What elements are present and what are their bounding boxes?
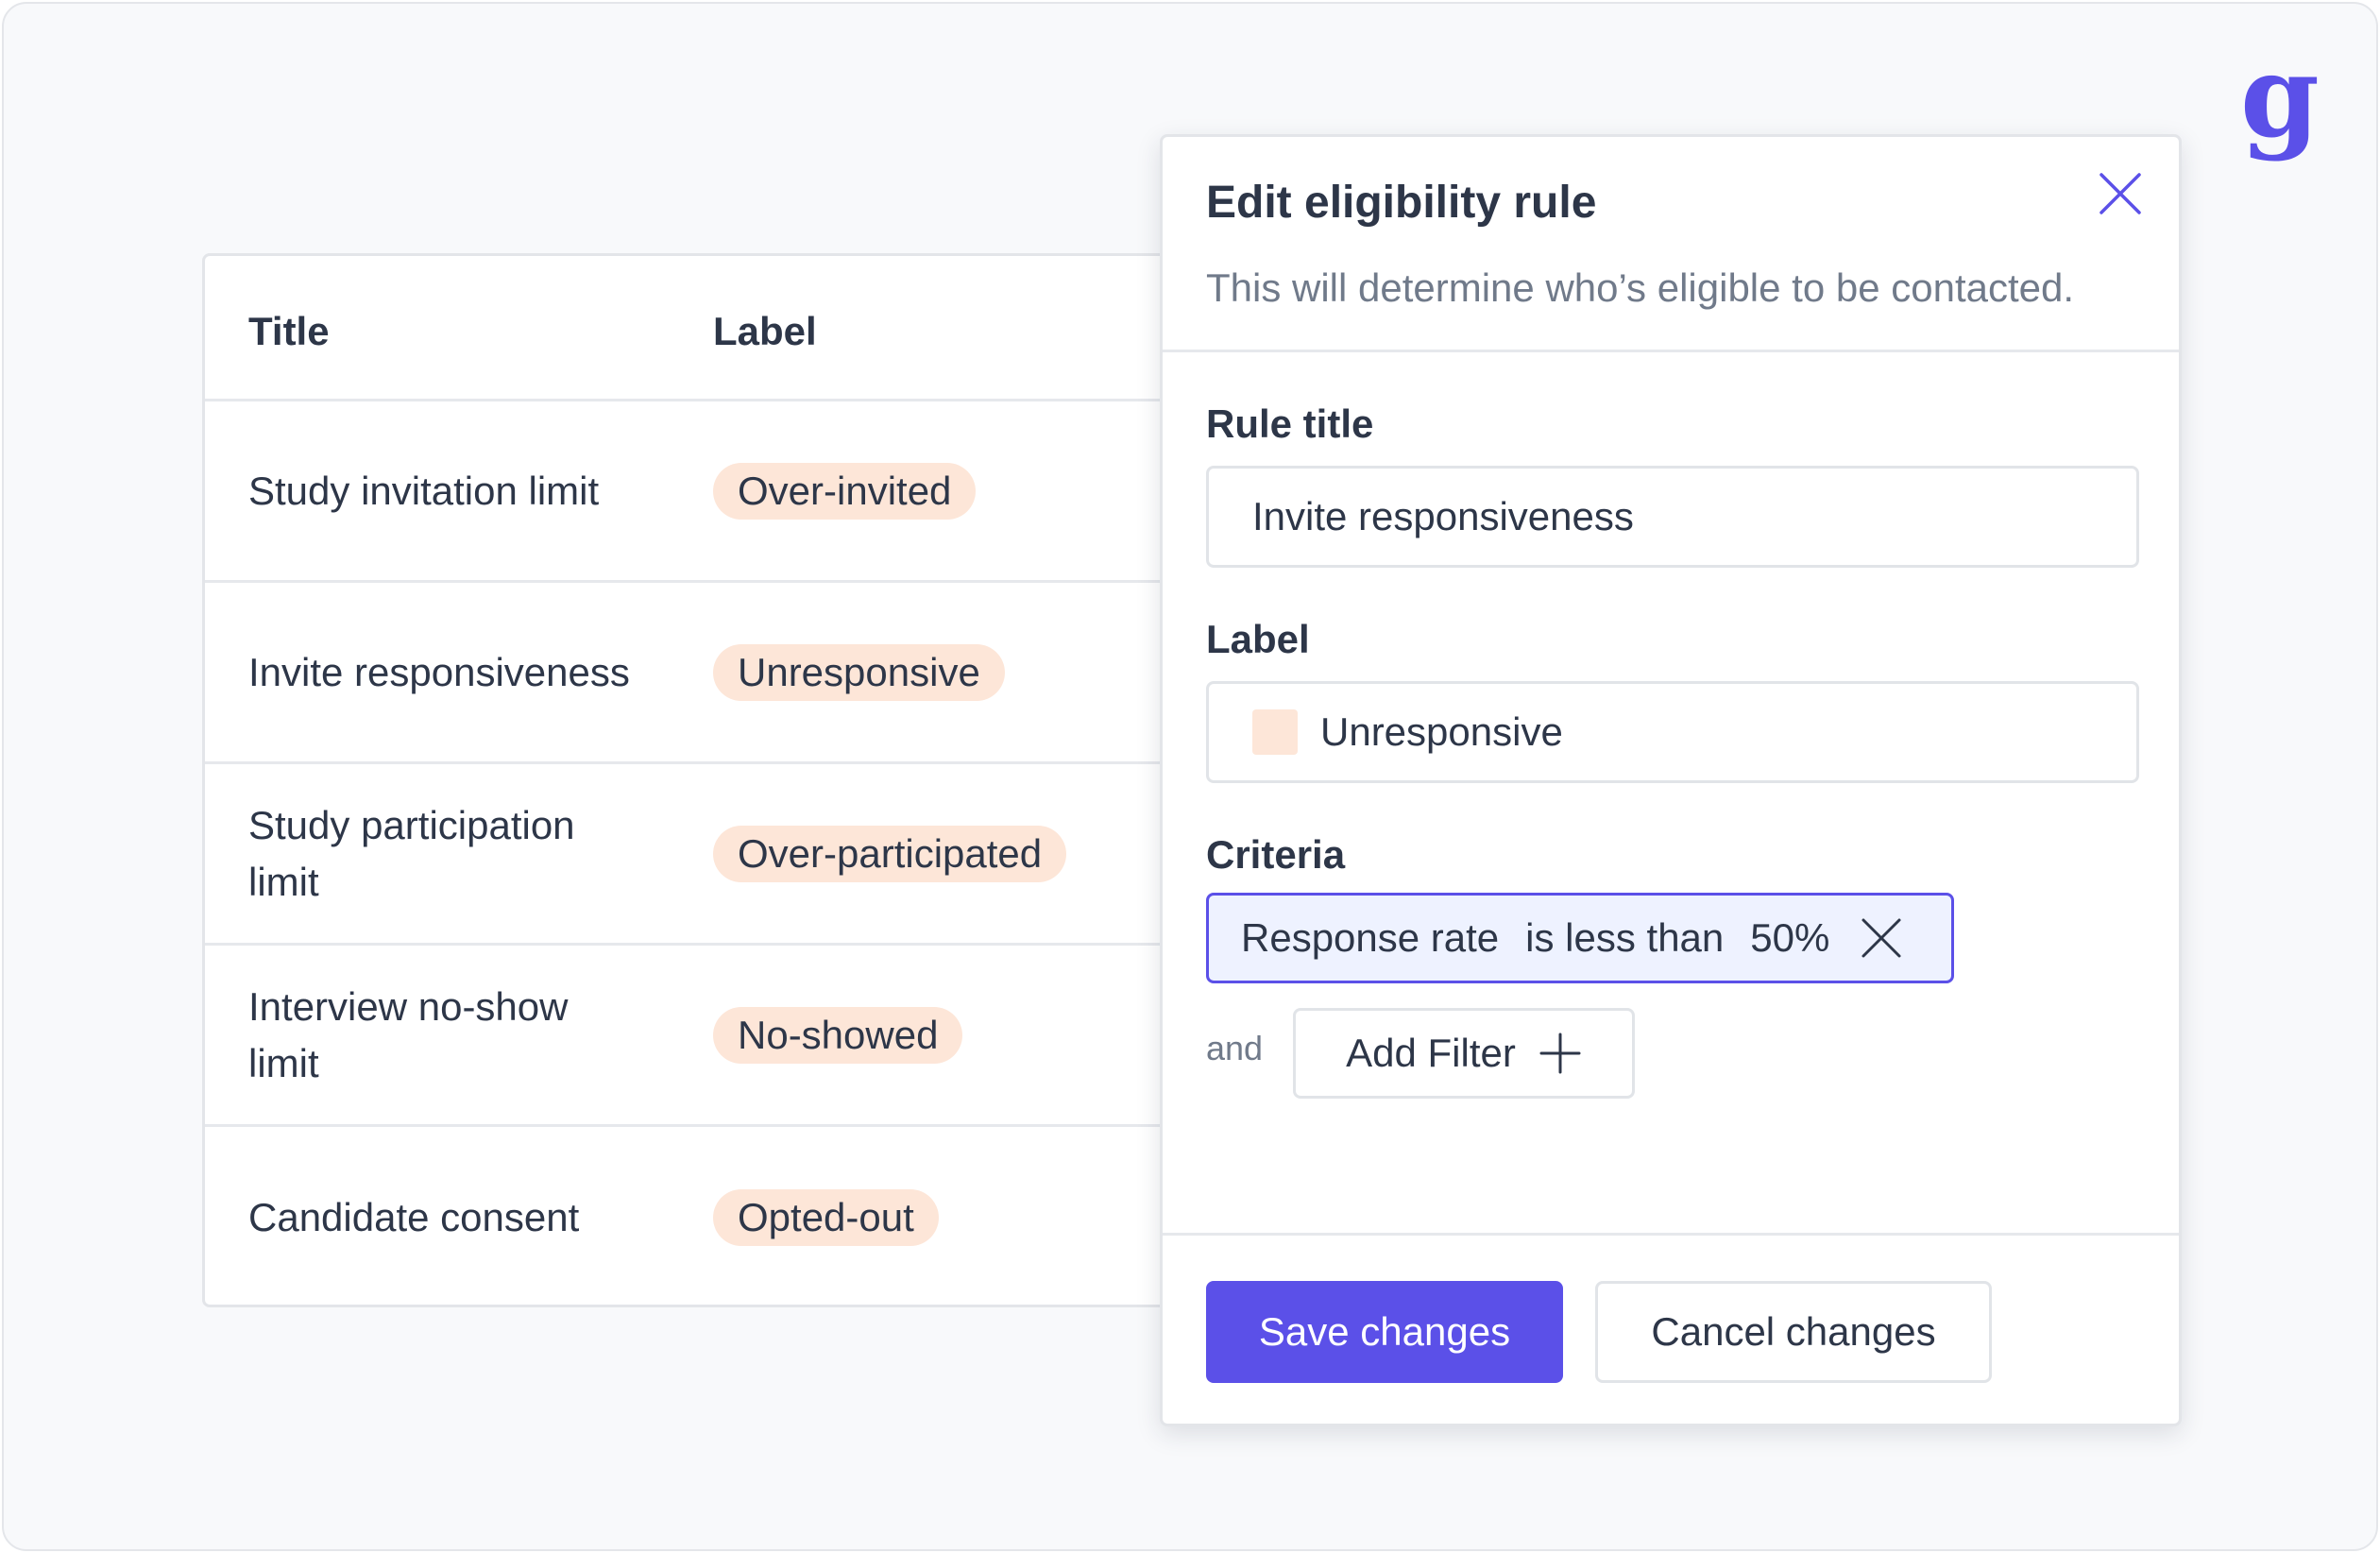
row-title: Invite responsiveness	[248, 649, 630, 694]
label-pill: Opted-out	[713, 1189, 939, 1246]
label-select[interactable]: Unresponsive	[1206, 681, 2139, 783]
criteria-operator: is less than	[1525, 915, 1725, 960]
criteria-chip[interactable]: Response rate is less than 50%	[1206, 893, 1954, 983]
label-pill: No-showed	[713, 1006, 963, 1064]
rule-title-input[interactable]: Invite responsiveness	[1206, 466, 2139, 568]
svg-text:g: g	[2242, 42, 2318, 163]
remove-criteria-icon[interactable]	[1860, 916, 1903, 960]
label-field-label: Label	[1206, 617, 1310, 661]
column-header-label: Label	[713, 309, 817, 353]
label-pill: Unresponsive	[713, 643, 1005, 701]
modal-header: Edit eligibility rule This will determin…	[1163, 137, 2179, 352]
edit-rule-modal: Edit eligibility rule This will determin…	[1160, 134, 2182, 1426]
rule-title-value: Invite responsiveness	[1252, 494, 1634, 538]
rule-title-label: Rule title	[1206, 401, 1374, 446]
label-select-value: Unresponsive	[1320, 709, 1563, 754]
row-title: Study participation limit	[248, 802, 575, 904]
logo-icon: g	[2242, 42, 2318, 163]
label-pill: Over-participated	[713, 825, 1067, 882]
label-pill: Over-invited	[713, 462, 977, 520]
row-title: Study invitation limit	[248, 468, 600, 513]
modal-title: Edit eligibility rule	[1206, 178, 1597, 228]
table-row[interactable]: Study participation limit Over-participa…	[205, 764, 1238, 946]
close-icon[interactable]	[2094, 167, 2147, 220]
cancel-changes-button[interactable]: Cancel changes	[1595, 1281, 1992, 1383]
row-title: Interview no-show limit	[248, 983, 569, 1085]
table-row[interactable]: Study invitation limit Over-invited	[205, 401, 1238, 583]
criteria-field: Response rate	[1241, 915, 1500, 960]
column-header-title: Title	[248, 309, 330, 353]
save-changes-button[interactable]: Save changes	[1206, 1281, 1563, 1383]
rules-table: Title Label Study invitation limit Over-…	[202, 253, 1241, 1307]
table-row[interactable]: Invite responsiveness Unresponsive	[205, 583, 1238, 764]
and-connector: and	[1206, 1029, 1264, 1067]
app-frame: g Title Label Study invitation limit Ove…	[2, 2, 2378, 1551]
modal-subtitle: This will determine who’s eligible to be…	[1206, 265, 2075, 310]
row-title: Candidate consent	[248, 1195, 580, 1239]
label-color-swatch	[1252, 709, 1298, 755]
modal-footer: Save changes Cancel changes	[1163, 1233, 2179, 1426]
table-header: Title Label	[205, 256, 1238, 401]
add-filter-button[interactable]: Add Filter	[1293, 1008, 1635, 1099]
table-row[interactable]: Candidate consent Opted-out	[205, 1127, 1238, 1308]
table-row[interactable]: Interview no-show limit No-showed	[205, 946, 1238, 1127]
add-filter-label: Add Filter	[1346, 1031, 1516, 1075]
criteria-value: 50%	[1750, 915, 1830, 960]
criteria-label: Criteria	[1206, 832, 1346, 877]
plus-icon	[1539, 1032, 1581, 1074]
